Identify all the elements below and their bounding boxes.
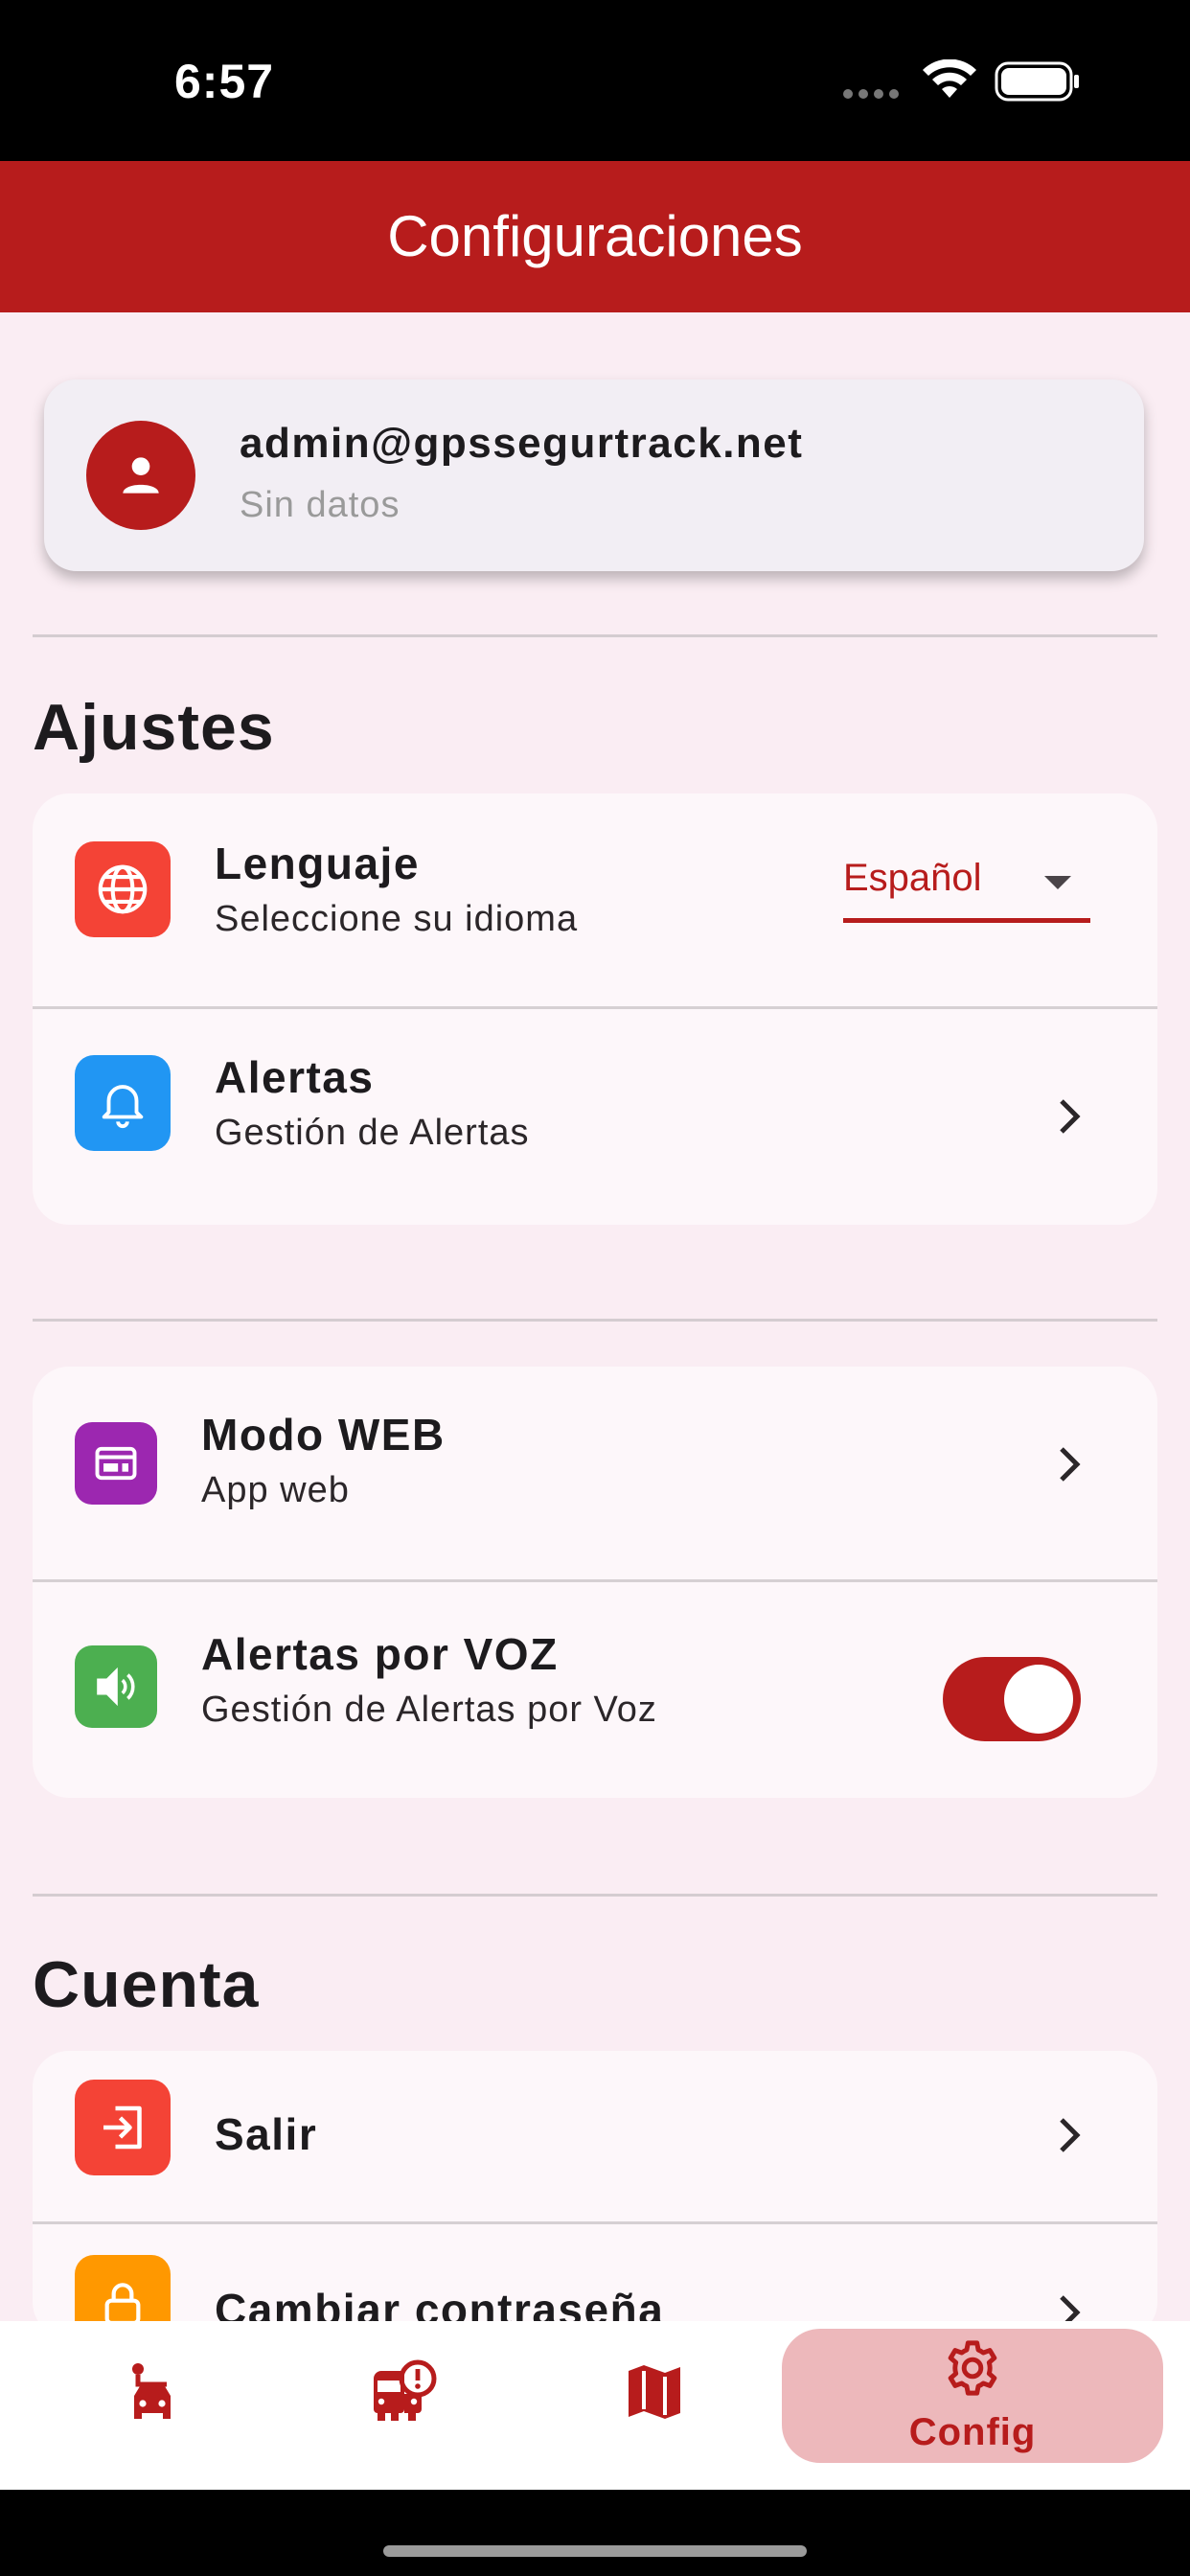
nav-vehicles[interactable] <box>0 2321 297 2490</box>
web-icon <box>75 1422 157 1505</box>
web-mode-subtitle: App web <box>201 1470 350 1510</box>
logout-row[interactable]: Salir <box>33 2051 1157 2221</box>
account-card: Salir Cambiar contraseña <box>33 2051 1157 2338</box>
nav-map[interactable] <box>548 2321 763 2490</box>
nav-config-label: Config <box>908 2411 1037 2453</box>
app-bar: Configuraciones <box>0 161 1190 312</box>
divider <box>33 1894 1157 1897</box>
car-icon <box>132 2363 171 2419</box>
bus-alert-icon <box>374 2359 437 2421</box>
web-mode-title: Modo WEB <box>201 1410 446 1460</box>
chevron-right-icon <box>1060 2118 1081 2152</box>
web-mode-row[interactable]: Modo WEB App web <box>33 1367 1157 1579</box>
section-title-cuenta: Cuenta <box>33 1948 260 2021</box>
section-title-ajustes: Ajustes <box>33 691 275 764</box>
bottom-navigation: Config <box>0 2321 1190 2490</box>
settings-card-extra: Modo WEB App web Alertas por VOZ Gestión… <box>33 1367 1157 1798</box>
voice-alerts-title: Alertas por VOZ <box>201 1629 559 1679</box>
profile-card: admin@gpssegurtrack.net Sin datos <box>44 380 1144 571</box>
home-indicator[interactable] <box>383 2545 807 2557</box>
nav-alerts[interactable] <box>297 2321 548 2490</box>
bell-icon <box>75 1055 171 1151</box>
map-icon <box>629 2365 680 2419</box>
voice-alerts-row: Alertas por VOZ Gestión de Alertas por V… <box>33 1582 1157 1798</box>
alerts-row[interactable]: Alertas Gestión de Alertas <box>33 1009 1157 1225</box>
logout-title: Salir <box>215 2109 318 2159</box>
logout-icon <box>75 2080 171 2175</box>
profile-email: admin@gpssegurtrack.net <box>240 420 804 467</box>
language-dropdown-value: Español <box>843 857 982 899</box>
home-indicator-area <box>0 2490 1190 2576</box>
profile-subtitle: Sin datos <box>240 485 400 525</box>
wifi-icon <box>923 59 976 98</box>
page-title: Configuraciones <box>387 204 803 268</box>
battery-icon <box>995 61 1079 102</box>
person-icon <box>123 457 159 494</box>
language-subtitle: Seleccione su idioma <box>215 899 579 939</box>
globe-icon <box>75 841 171 937</box>
voice-alerts-subtitle: Gestión de Alertas por Voz <box>201 1690 657 1730</box>
alerts-title: Alertas <box>215 1052 375 1102</box>
status-bar: 6:57 <box>0 0 1190 161</box>
language-dropdown[interactable]: Español <box>843 847 1090 923</box>
status-time: 6:57 <box>174 55 275 108</box>
avatar <box>86 421 195 530</box>
toggle-knob <box>1004 1665 1073 1734</box>
chevron-right-icon <box>1060 1099 1081 1134</box>
dropdown-arrow-icon <box>1044 876 1071 889</box>
divider <box>33 1319 1157 1322</box>
alerts-subtitle: Gestión de Alertas <box>215 1113 530 1153</box>
voice-alerts-toggle[interactable] <box>943 1657 1081 1741</box>
cellular-signal-icon <box>843 86 906 99</box>
language-row: Lenguaje Seleccione su idioma Español <box>33 794 1157 1006</box>
speaker-icon <box>75 1645 157 1728</box>
divider <box>33 634 1157 637</box>
settings-card: Lenguaje Seleccione su idioma Español Al… <box>33 794 1157 1225</box>
gear-icon <box>948 2340 997 2396</box>
language-title: Lenguaje <box>215 839 420 888</box>
chevron-right-icon <box>1060 1447 1081 1482</box>
